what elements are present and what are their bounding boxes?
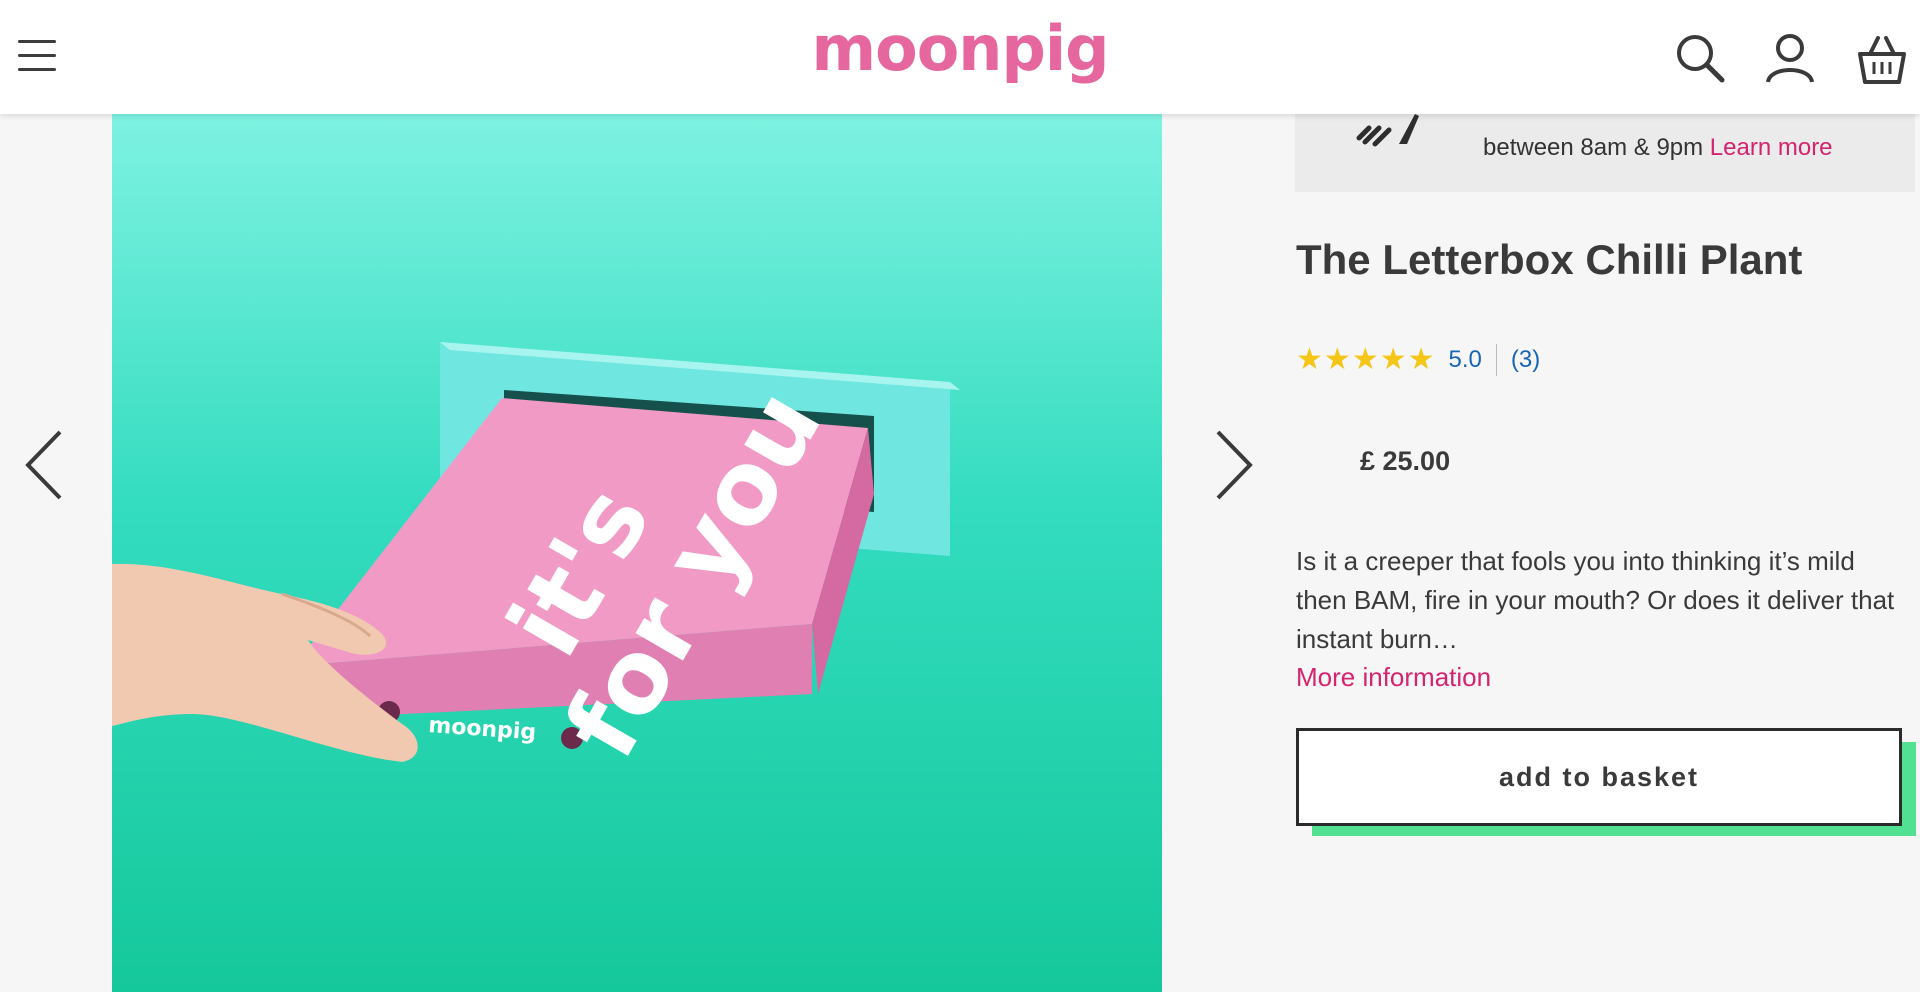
hamburger-menu-icon[interactable]: [18, 40, 58, 80]
more-information-link[interactable]: More information: [1296, 662, 1491, 693]
star-icon: ★: [1379, 342, 1407, 377]
product-image[interactable]: it's for you moonpig: [112, 114, 1162, 992]
promo-text-body: between 8am & 9pm: [1483, 134, 1704, 161]
product-price: £ 25.00: [1360, 446, 1451, 476]
logo-text[interactable]: moonpig: [812, 12, 1110, 85]
star-icon: ★: [1351, 342, 1379, 377]
product-rating: ★ ★ ★ ★ ★ 5.0 (3): [1296, 340, 1540, 380]
basket-icon[interactable]: [1854, 30, 1910, 86]
product-title: The Letterbox Chilli Plant: [1296, 236, 1803, 283]
star-icon: ★: [1323, 342, 1351, 377]
user-icon[interactable]: [1762, 30, 1818, 86]
delivery-promo: between 8am & 9pm Learn more: [1295, 114, 1915, 192]
rating-stars: ★ ★ ★ ★ ★: [1296, 345, 1435, 375]
rating-score[interactable]: 5.0: [1449, 346, 1482, 374]
add-to-basket-button[interactable]: add to basket: [1296, 728, 1902, 826]
delivery-icon: [1356, 114, 1419, 147]
chevron-right-icon[interactable]: [1206, 428, 1256, 502]
star-icon: ★: [1407, 342, 1435, 377]
learn-more-link[interactable]: Learn more: [1710, 134, 1833, 161]
review-count-link[interactable]: (3): [1511, 346, 1540, 374]
star-icon: ★: [1296, 342, 1323, 377]
site-header: moonpig: [0, 0, 1920, 114]
promo-text: between 8am & 9pm Learn more: [1483, 134, 1833, 162]
logo: moonpig: [0, 12, 1920, 85]
rating-divider: [1495, 344, 1497, 376]
chevron-left-icon[interactable]: [22, 428, 72, 502]
search-icon[interactable]: [1672, 30, 1728, 86]
product-description: Is it a creeper that fools you into thin…: [1296, 546, 1895, 654]
